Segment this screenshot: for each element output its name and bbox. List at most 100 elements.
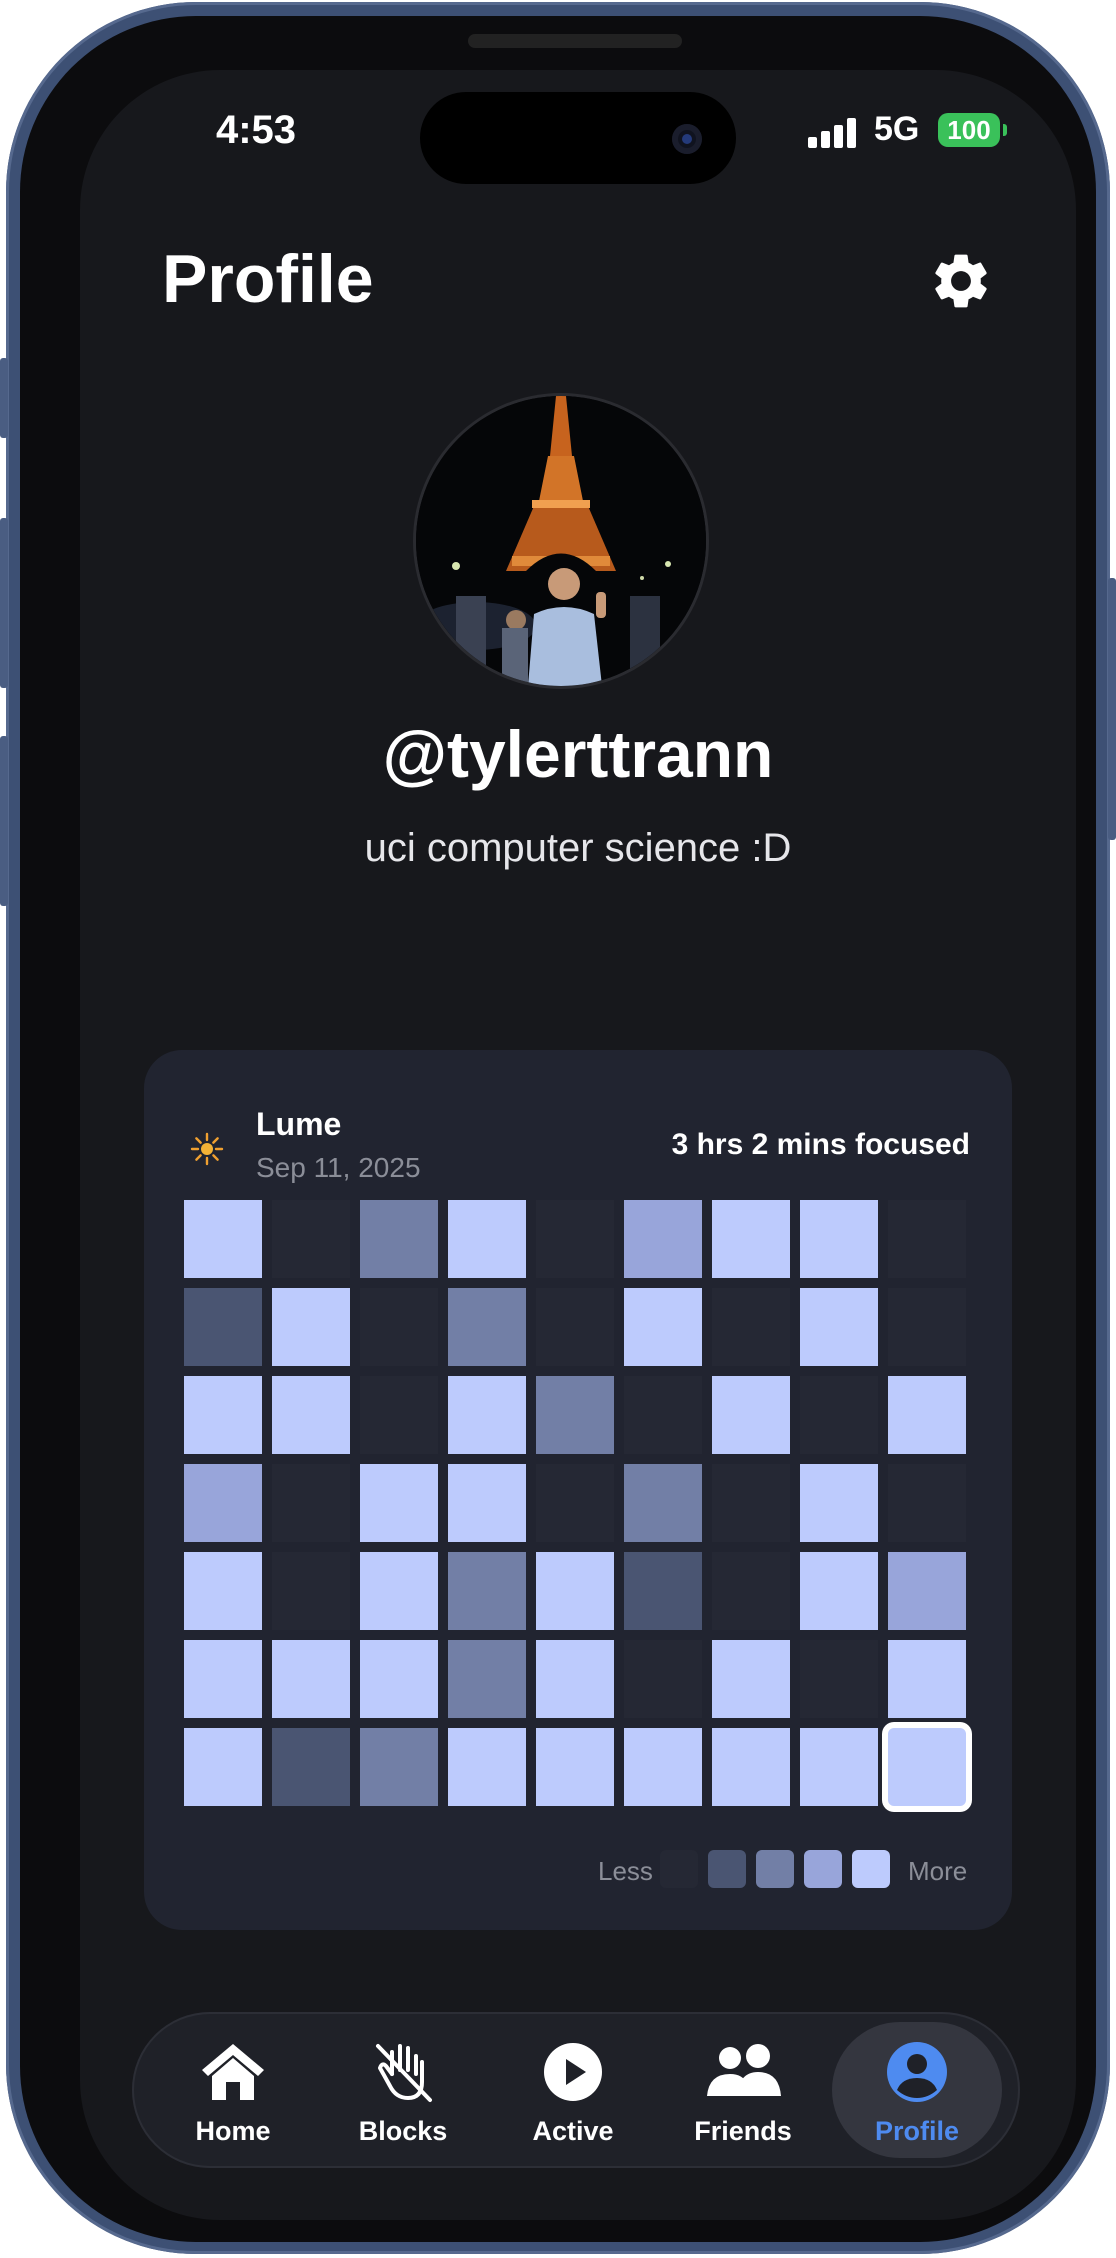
heatmap-cell — [448, 1464, 526, 1542]
heatmap-cell — [360, 1288, 438, 1366]
heatmap-cell — [888, 1464, 966, 1542]
legend-swatch — [756, 1850, 794, 1888]
app-name: Lume — [256, 1106, 342, 1142]
heatmap-cell — [624, 1728, 702, 1806]
app-date: Sep 11, 2025 — [256, 1152, 421, 1183]
legend-swatch — [708, 1850, 746, 1888]
focus-summary: 3 hrs 2 mins focused — [671, 1128, 970, 1161]
heatmap-cell — [184, 1728, 262, 1806]
heatmap-cell — [712, 1200, 790, 1278]
heatmap-cell — [800, 1376, 878, 1454]
heatmap-cell — [712, 1288, 790, 1366]
bio: uci computer science :D — [364, 826, 792, 870]
friends-icon — [707, 2044, 781, 2096]
heatmap-cell — [184, 1464, 262, 1542]
tab-home[interactable]: Home — [148, 2012, 318, 2168]
heatmap-cell — [888, 1640, 966, 1718]
heatmap-cell — [536, 1640, 614, 1718]
heatmap-cell — [624, 1464, 702, 1542]
heatmap-cell — [624, 1376, 702, 1454]
play-icon — [544, 2043, 602, 2101]
heatmap-cell — [624, 1640, 702, 1718]
heatmap-cell — [184, 1200, 262, 1278]
tab-label: Friends — [694, 2116, 792, 2146]
tab-friends[interactable]: Friends — [658, 2012, 828, 2168]
heatmap-cell — [360, 1552, 438, 1630]
heatmap-cell — [624, 1200, 702, 1278]
network-type: 5G — [874, 110, 920, 148]
heatmap-cell — [888, 1728, 966, 1806]
heatmap-cell — [448, 1728, 526, 1806]
heatmap-cell — [536, 1552, 614, 1630]
username: @tylerttrann — [382, 717, 774, 791]
heatmap-cell — [272, 1376, 350, 1454]
heatmap-cell — [448, 1552, 526, 1630]
heatmap-cell — [272, 1728, 350, 1806]
heatmap-cell — [800, 1728, 878, 1806]
profile-icon — [887, 2042, 947, 2102]
heatmap-cell — [800, 1640, 878, 1718]
tab-blocks[interactable]: Blocks — [318, 2012, 488, 2168]
status-time: 4:53 — [215, 108, 297, 152]
heatmap-cell — [536, 1728, 614, 1806]
focus-card: Lume Sep 11, 2025 3 hrs 2 mins focused L… — [144, 1050, 1012, 1930]
power-button — [1108, 578, 1116, 840]
legend-less-label: Less — [598, 1856, 653, 1886]
heatmap-cell — [800, 1288, 878, 1366]
avatar[interactable] — [416, 396, 706, 686]
heatmap-cell — [360, 1200, 438, 1278]
settings-gear-icon[interactable] — [928, 248, 994, 314]
tab-label: Active — [532, 2116, 614, 2146]
tab-profile[interactable]: Profile — [832, 2022, 1002, 2158]
heatmap-cell — [800, 1552, 878, 1630]
heatmap-cell — [272, 1288, 350, 1366]
heatmap-cell — [360, 1464, 438, 1542]
heatmap-cell — [536, 1376, 614, 1454]
heatmap-cell — [712, 1464, 790, 1542]
heatmap-cell — [448, 1376, 526, 1454]
heatmap-cell — [272, 1464, 350, 1542]
heatmap-cell — [448, 1288, 526, 1366]
home-icon — [202, 2044, 264, 2100]
heatmap-cell — [184, 1288, 262, 1366]
heatmap-cell — [800, 1200, 878, 1278]
speaker-grille — [468, 34, 682, 48]
heatmap-cell — [360, 1640, 438, 1718]
volume-down-button — [0, 736, 8, 906]
page-title: Profile — [162, 241, 374, 317]
legend-swatch — [852, 1850, 890, 1888]
legend-swatch — [804, 1850, 842, 1888]
heatmap-cell — [888, 1376, 966, 1454]
blocked-hand-icon — [376, 2044, 432, 2102]
phone-bezel: 4:53 5G 100 Profile @tylerttrann uci com… — [20, 16, 1096, 2242]
tab-active[interactable]: Active — [488, 2012, 658, 2168]
heatmap-cell — [272, 1200, 350, 1278]
heatmap-cell — [712, 1376, 790, 1454]
volume-up-button — [0, 518, 8, 688]
heatmap-cell — [360, 1376, 438, 1454]
heatmap-cell — [184, 1376, 262, 1454]
screen: 4:53 5G 100 Profile @tylerttrann uci com… — [80, 70, 1076, 2220]
heatmap-cell — [272, 1552, 350, 1630]
sun-icon — [190, 1132, 224, 1166]
heatmap-cell — [184, 1552, 262, 1630]
heatmap-cell — [448, 1200, 526, 1278]
heatmap-cell — [272, 1640, 350, 1718]
heatmap-cell — [536, 1464, 614, 1542]
heatmap-cell — [712, 1640, 790, 1718]
heatmap-cell — [712, 1552, 790, 1630]
avatar-photo — [416, 396, 706, 686]
heatmap-cell — [888, 1552, 966, 1630]
action-button — [0, 358, 8, 438]
tab-label: Home — [195, 2116, 271, 2146]
tab-bar: Home Blocks Active Friends Profile — [132, 2012, 1020, 2168]
legend-more-label: More — [908, 1856, 968, 1886]
heatmap-cell — [536, 1288, 614, 1366]
heatmap-cell — [712, 1728, 790, 1806]
front-camera-icon — [672, 124, 702, 154]
heatmap-cell — [624, 1552, 702, 1630]
signal-icon — [808, 118, 858, 148]
tab-label: Blocks — [358, 2116, 448, 2146]
heatmap-cell — [888, 1288, 966, 1366]
heatmap-cell — [184, 1640, 262, 1718]
